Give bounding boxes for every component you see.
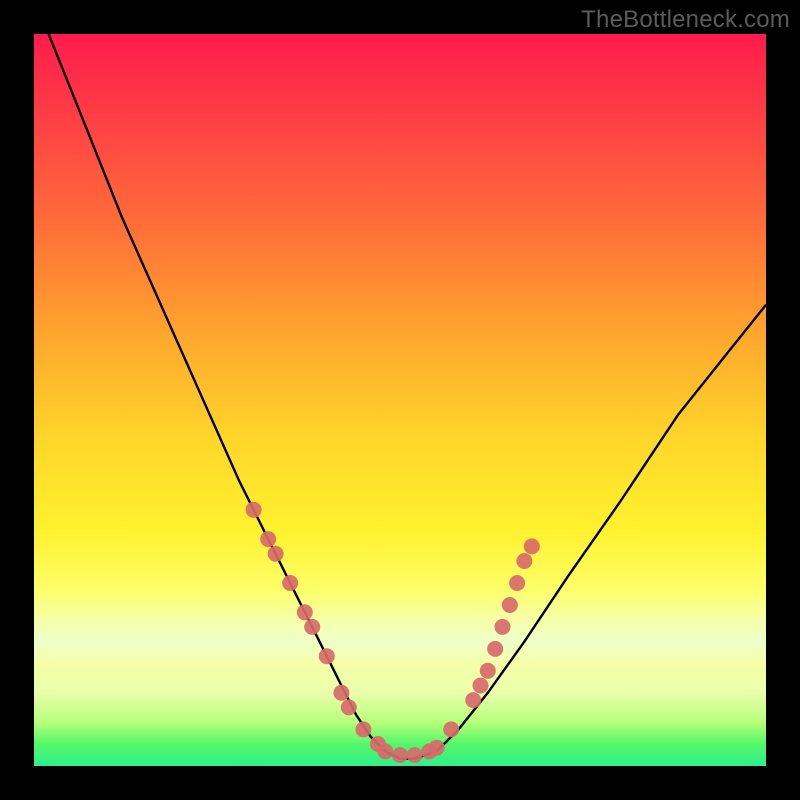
- curve-marker: [502, 597, 518, 613]
- chart-frame: TheBottleneck.com: [0, 0, 800, 800]
- curve-marker: [260, 531, 276, 547]
- curve-marker: [297, 604, 313, 620]
- curve-marker: [304, 619, 320, 635]
- curve-marker: [524, 538, 540, 554]
- chart-overlay: [34, 34, 766, 766]
- watermark-text: TheBottleneck.com: [581, 6, 790, 34]
- curve-markers-group: [246, 502, 540, 763]
- curve-marker: [268, 546, 284, 562]
- curve-marker: [246, 502, 262, 518]
- curve-marker: [282, 575, 298, 591]
- curve-marker: [407, 747, 423, 763]
- curve-marker: [355, 721, 371, 737]
- curve-marker: [473, 678, 489, 694]
- curve-marker: [480, 663, 496, 679]
- curve-marker: [429, 740, 445, 756]
- curve-marker: [319, 648, 335, 664]
- curve-marker: [465, 692, 481, 708]
- curve-marker: [341, 699, 357, 715]
- curve-marker: [487, 641, 503, 657]
- curve-marker: [333, 685, 349, 701]
- curve-marker: [443, 721, 459, 737]
- bottleneck-curve-path: [49, 34, 766, 759]
- curve-marker: [495, 619, 511, 635]
- curve-marker: [509, 575, 525, 591]
- curve-marker: [392, 747, 408, 763]
- curve-marker: [516, 553, 532, 569]
- curve-marker: [377, 743, 393, 759]
